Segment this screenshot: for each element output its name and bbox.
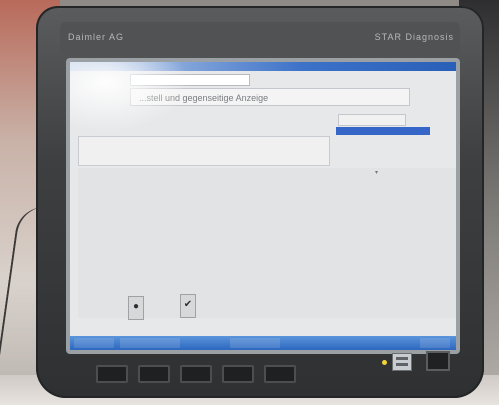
- diagnostic-tablet: Daimler AG STAR Diagnosis ...stell und g…: [36, 6, 484, 398]
- screen: ...stell und gegenseitige Anzeige ▾ ● ✔: [70, 62, 456, 350]
- status-bar: [70, 336, 456, 350]
- brand-left: Daimler AG: [68, 32, 125, 42]
- hardware-button-4[interactable]: [222, 365, 254, 383]
- status-item-2[interactable]: [120, 338, 180, 348]
- checkmark-icon[interactable]: ✔: [180, 294, 196, 318]
- screen-frame: ...stell und gegenseitige Anzeige ▾ ● ✔: [66, 58, 460, 354]
- header-field-2: [280, 74, 430, 86]
- hardware-button-1[interactable]: [96, 365, 128, 383]
- column-header: [338, 114, 406, 126]
- function-keys: ● ✔: [128, 294, 196, 324]
- pointer-icon[interactable]: ●: [128, 296, 144, 320]
- side-port: [426, 351, 450, 371]
- usb-port: [392, 353, 412, 371]
- cursor-mark: ▾: [375, 170, 379, 176]
- hardware-button-5[interactable]: [264, 365, 296, 383]
- selected-list-item[interactable]: [336, 127, 430, 135]
- info-box: [78, 136, 330, 166]
- page-subtitle: ...stell und gegenseitige Anzeige: [130, 88, 410, 106]
- header-field[interactable]: [130, 74, 250, 86]
- brand-right: STAR Diagnosis: [374, 32, 454, 42]
- status-item-4[interactable]: [420, 338, 450, 348]
- window-titlebar: [70, 62, 456, 71]
- status-led: [382, 360, 387, 365]
- status-item-1[interactable]: [74, 338, 114, 348]
- hardware-button-3[interactable]: [180, 365, 212, 383]
- hardware-button-2[interactable]: [138, 365, 170, 383]
- status-item-3[interactable]: [230, 338, 280, 348]
